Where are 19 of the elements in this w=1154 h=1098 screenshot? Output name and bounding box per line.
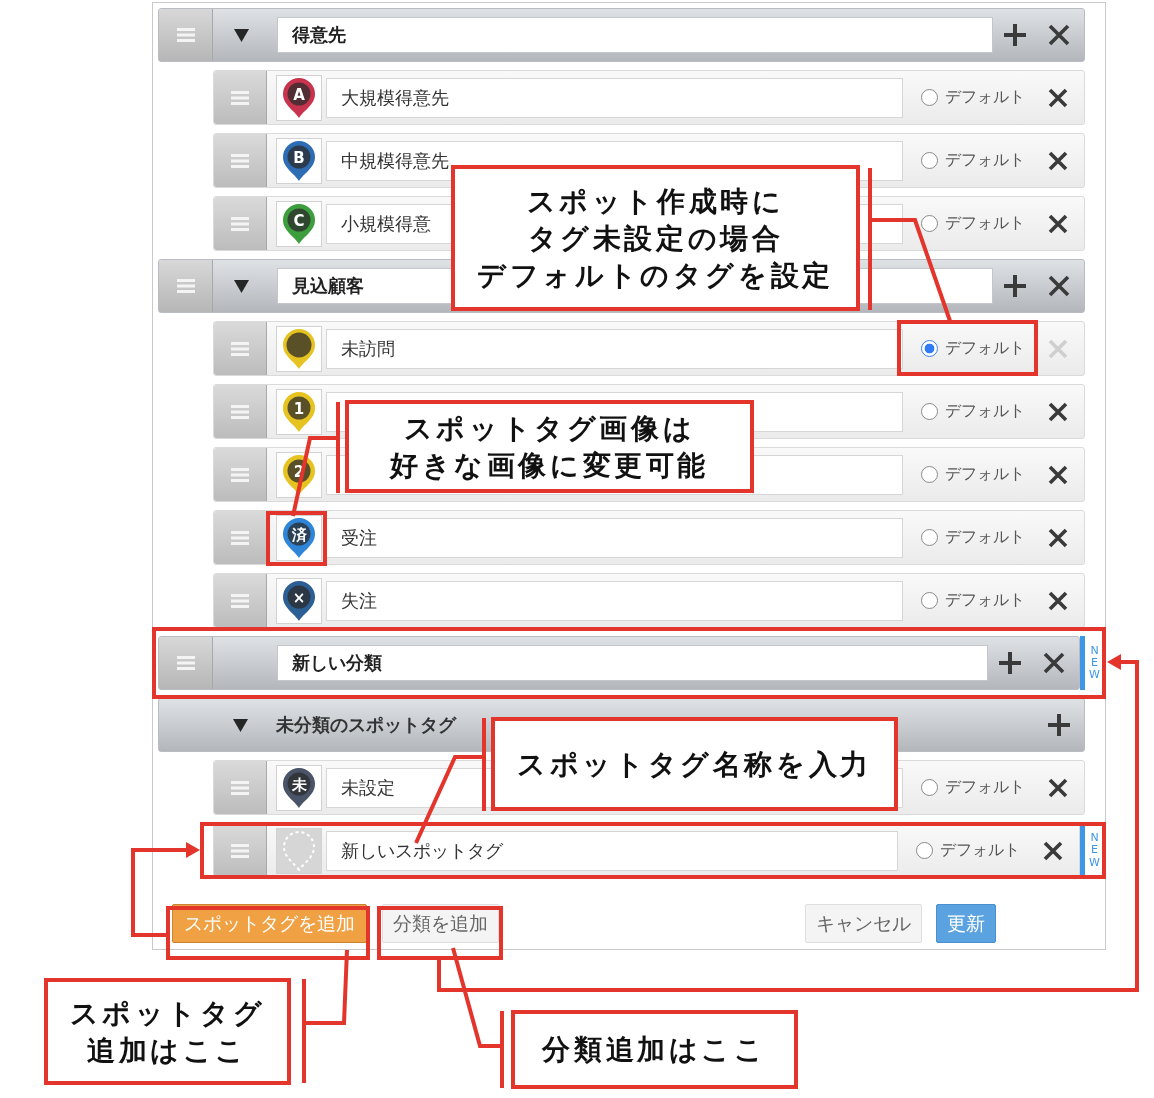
new-badge: NEW <box>1080 823 1104 878</box>
map-pin-icon: C <box>282 203 316 244</box>
callout-text: デフォルトのタグを設定 <box>477 257 834 294</box>
callout-text: タグ未設定の場合 <box>527 220 784 257</box>
map-pin-icon: 未 <box>282 767 316 808</box>
map-pin-icon: 済 <box>282 517 316 558</box>
callout-text: 分類追加はここ <box>542 1032 767 1068</box>
map-pin-icon: A <box>282 77 316 118</box>
callout-text: スポット作成時に <box>526 183 785 220</box>
callout-text: スポットタグ名称を入力 <box>517 746 872 783</box>
map-pin-icon: 1 <box>282 391 316 432</box>
callout-text: スポットタグ <box>69 995 266 1032</box>
category-title: 未分類のスポットタグ <box>276 713 456 737</box>
new-badge: NEW <box>1080 636 1104 690</box>
callout-text: スポットタグ画像は <box>403 410 696 447</box>
callout-text: 好きな画像に変更可能 <box>390 447 709 484</box>
callout-text: 追加はここ <box>87 1032 248 1069</box>
map-pin-icon: B <box>282 140 316 181</box>
map-pin-icon: × <box>282 580 316 621</box>
